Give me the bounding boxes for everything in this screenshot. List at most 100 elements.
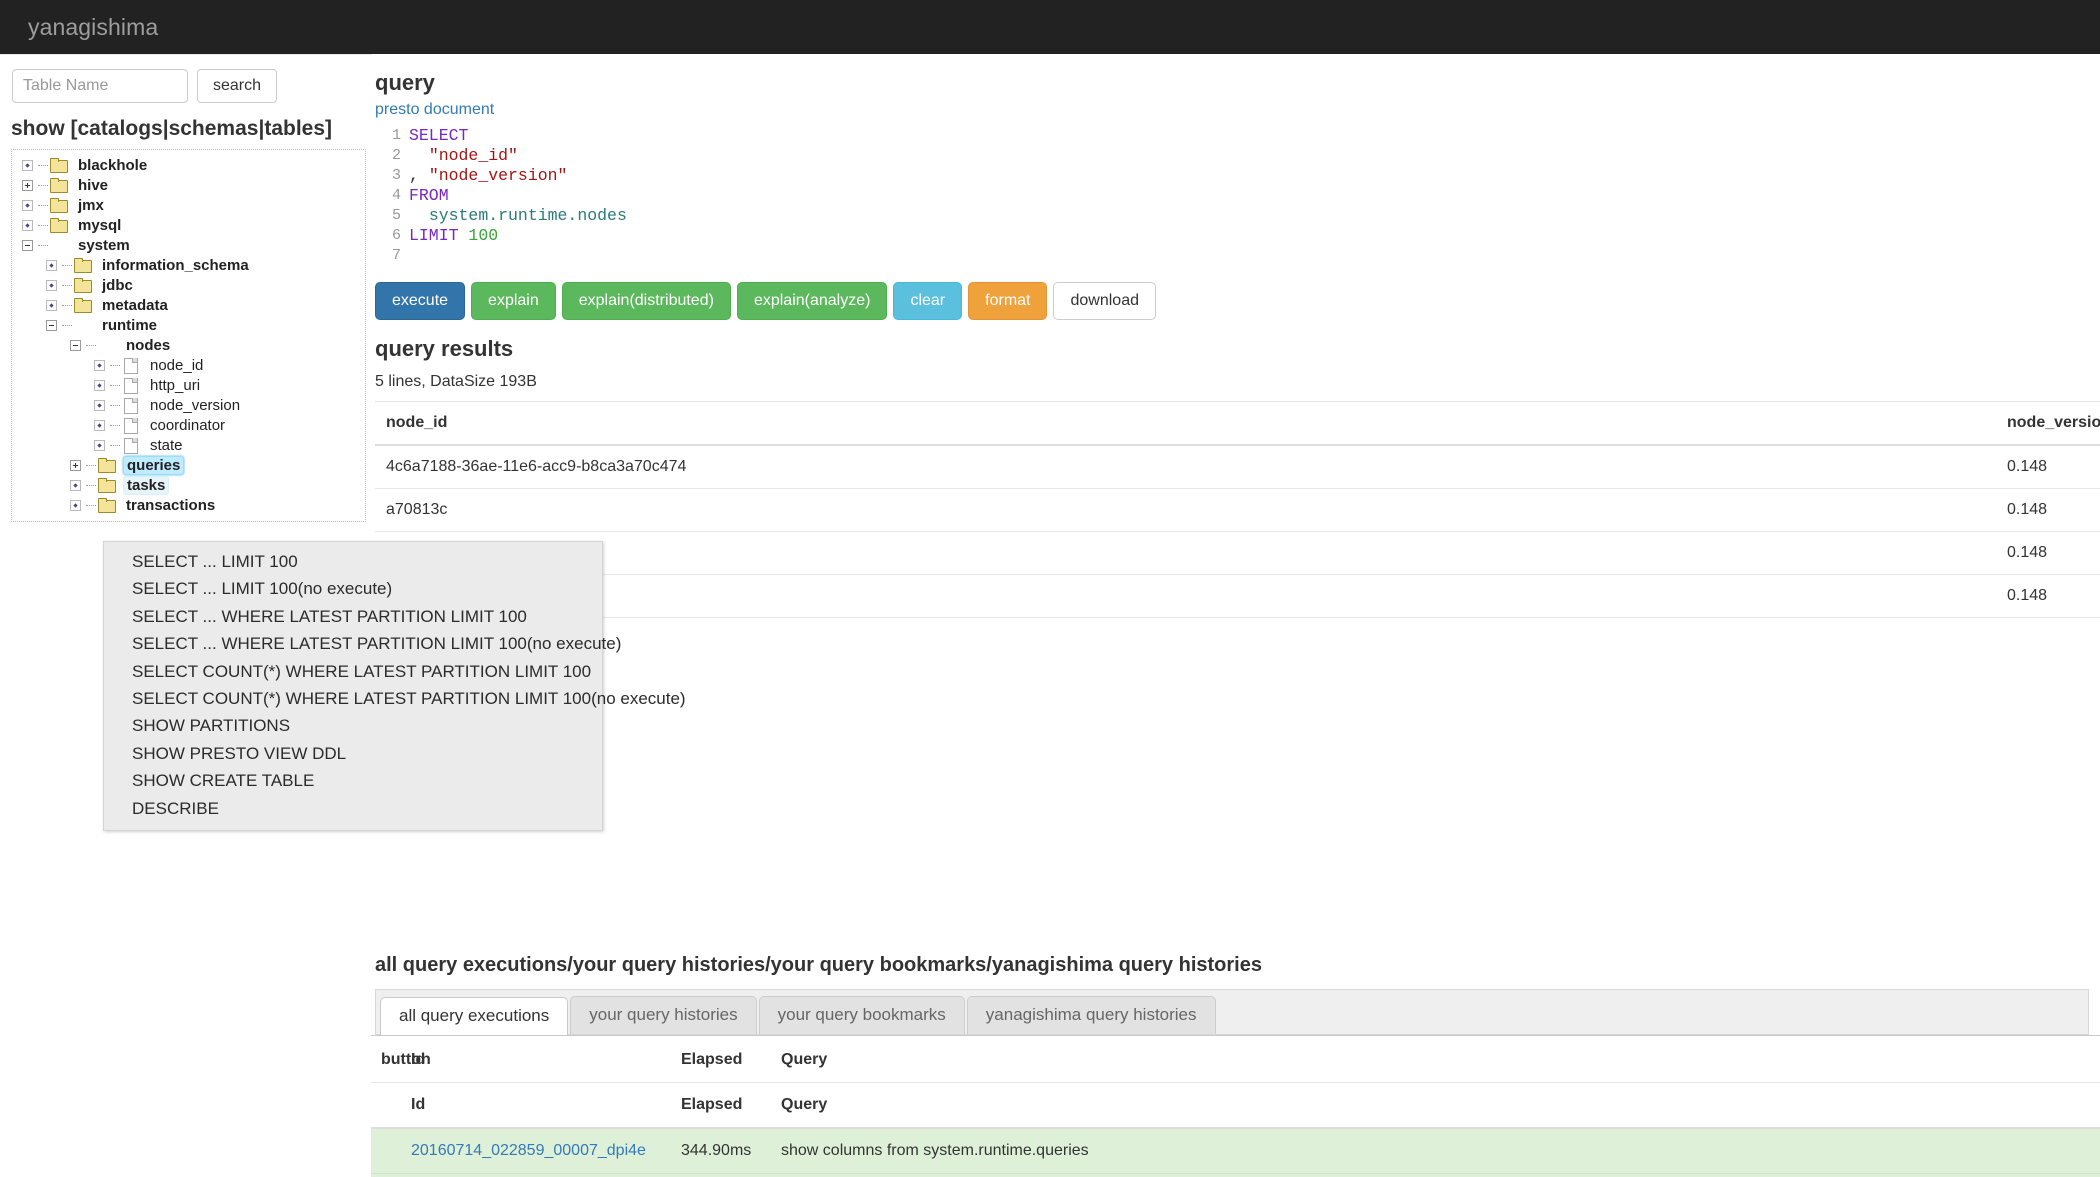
filter-header-button[interactable]: button — [371, 1038, 401, 1083]
tree-node-label[interactable]: nodes — [123, 337, 173, 354]
tree-node-coordinator[interactable]: coordinator — [12, 415, 365, 435]
context-menu-item[interactable]: SHOW PARTITIONS — [104, 712, 602, 739]
tree-context-menu[interactable]: SELECT ... LIMIT 100SELECT ... LIMIT 100… — [103, 541, 603, 831]
editor-line[interactable]: 6LIMIT 100 — [375, 226, 1275, 246]
tree-node-node-version[interactable]: node_version — [12, 395, 365, 415]
tree-toggle-leaf-icon[interactable] — [92, 377, 108, 393]
tree-node-label[interactable]: runtime — [99, 317, 160, 334]
editor-line-content[interactable]: , "node_version" — [409, 166, 567, 186]
tree-node-label[interactable]: blackhole — [75, 157, 150, 174]
filter-header-query[interactable]: Query — [771, 1038, 2100, 1083]
context-menu-item[interactable]: SELECT ... WHERE LATEST PARTITION LIMIT … — [104, 603, 602, 630]
tree-toggle-leaf-icon[interactable] — [92, 417, 108, 433]
tree-node-blackhole[interactable]: blackhole — [12, 155, 365, 175]
tree-node-http-uri[interactable]: http_uri — [12, 375, 365, 395]
tree-node-nodes[interactable]: nodes — [12, 335, 365, 355]
tree-node-label[interactable]: tasks — [123, 476, 169, 495]
editor-line-content[interactable]: "node_id" — [409, 146, 518, 166]
context-menu-item[interactable]: SELECT ... LIMIT 100 — [104, 548, 602, 575]
tree-toggle-leaf-icon[interactable] — [92, 397, 108, 413]
editor-line[interactable]: 7 — [375, 246, 1275, 266]
editor-line[interactable]: 4FROM — [375, 186, 1275, 206]
tree-node-label[interactable]: jmx — [75, 197, 107, 214]
tree-toggle-leaf-icon[interactable] — [92, 437, 108, 453]
editor-line-content[interactable]: FROM — [409, 186, 449, 206]
tree-node-transactions[interactable]: transactions — [12, 495, 365, 515]
tree-expand-icon[interactable] — [20, 177, 36, 193]
tree-node-tasks[interactable]: tasks — [12, 475, 365, 495]
tree-node-state[interactable]: state — [12, 435, 365, 455]
context-menu-item[interactable]: SELECT COUNT(*) WHERE LATEST PARTITION L… — [104, 685, 602, 712]
context-menu-item[interactable]: SHOW CREATE TABLE — [104, 767, 602, 794]
tree-collapse-icon[interactable] — [68, 337, 84, 353]
column-header-node-version[interactable]: node_version — [1996, 401, 2100, 445]
editor-line[interactable]: 2 "node_id" — [375, 146, 1275, 166]
search-button[interactable]: search — [197, 69, 277, 103]
column-header-node-id[interactable]: node_id — [375, 401, 1955, 445]
tab-all-query-executions[interactable]: all query executions — [380, 997, 568, 1035]
column-header-id[interactable]: Id — [401, 1083, 671, 1129]
context-menu-item[interactable]: SELECT ... LIMIT 100(no execute) — [104, 575, 602, 602]
app-brand[interactable]: yanagishima — [28, 14, 158, 41]
tree-node-label[interactable]: information_schema — [99, 257, 252, 274]
catalog-tree[interactable]: blackhole hive jmx mysqlsystem information_s… — [11, 149, 366, 522]
tree-node-label[interactable]: mysql — [75, 217, 124, 234]
explaindistributed-button[interactable]: explain(distributed) — [562, 282, 731, 320]
editor-line-content[interactable]: SELECT — [409, 126, 468, 146]
tree-expand-icon[interactable] — [68, 457, 84, 473]
tree-node-label[interactable]: coordinator — [147, 417, 228, 434]
tree-node-label[interactable]: jdbc — [99, 277, 136, 294]
tree-node-label[interactable]: node_version — [147, 397, 243, 414]
filter-header-elapsed[interactable]: Elapsed — [671, 1038, 771, 1083]
sql-editor[interactable]: 1SELECT2 "node_id"3, "node_version"4FROM… — [375, 124, 1275, 266]
tab-yanagishima-query-histories[interactable]: yanagishima query histories — [967, 996, 1216, 1034]
tree-node-queries[interactable]: queries — [12, 455, 365, 475]
cell-button[interactable] — [371, 1128, 401, 1174]
cell-button[interactable] — [371, 1174, 401, 1177]
column-header-query[interactable]: Query — [771, 1083, 2100, 1129]
tree-collapse-icon[interactable] — [44, 317, 60, 333]
context-menu-item[interactable]: SHOW PRESTO VIEW DDL — [104, 740, 602, 767]
explain-button[interactable]: explain — [471, 282, 556, 320]
context-menu-item[interactable]: SELECT COUNT(*) WHERE LATEST PARTITION L… — [104, 658, 602, 685]
table-name-input[interactable] — [12, 69, 188, 103]
tree-node-label[interactable]: state — [147, 437, 186, 454]
filter-header-id[interactable]: Id — [401, 1038, 671, 1083]
execute-button[interactable]: execute — [375, 282, 465, 320]
explainanalyze-button[interactable]: explain(analyze) — [737, 282, 888, 320]
tree-node-node-id[interactable]: node_id — [12, 355, 365, 375]
clear-button[interactable]: clear — [893, 282, 962, 320]
tree-node-system[interactable]: system — [12, 235, 365, 255]
editor-line-content[interactable]: system.runtime.nodes — [409, 206, 627, 226]
tree-node-mysql[interactable]: mysql — [12, 215, 365, 235]
download-button[interactable]: download — [1053, 282, 1156, 320]
tree-node-label[interactable]: transactions — [123, 497, 218, 514]
tree-node-information-schema[interactable]: information_schema — [12, 255, 365, 275]
column-header-elapsed[interactable]: Elapsed — [671, 1083, 771, 1129]
context-menu-item[interactable]: SELECT ... WHERE LATEST PARTITION LIMIT … — [104, 630, 602, 657]
tab-your-query-bookmarks[interactable]: your query bookmarks — [759, 996, 965, 1034]
tree-toggle-leaf-icon[interactable] — [44, 277, 60, 293]
tree-toggle-leaf-icon[interactable] — [20, 197, 36, 213]
tree-node-label[interactable]: queries — [123, 456, 184, 475]
format-button[interactable]: format — [968, 282, 1047, 320]
tree-node-jmx[interactable]: jmx — [12, 195, 365, 215]
presto-document-link[interactable]: presto document — [375, 101, 494, 124]
tree-collapse-icon[interactable] — [20, 237, 36, 253]
tree-node-hive[interactable]: hive — [12, 175, 365, 195]
tree-toggle-leaf-icon[interactable] — [20, 157, 36, 173]
tree-node-label[interactable]: http_uri — [147, 377, 203, 394]
query-id-link[interactable]: 20160714_022859_00007_dpi4e — [411, 1142, 646, 1159]
tree-toggle-leaf-icon[interactable] — [68, 477, 84, 493]
editor-line-content[interactable]: LIMIT 100 — [409, 226, 498, 246]
tree-node-label[interactable]: metadata — [99, 297, 171, 314]
tree-node-label[interactable]: node_id — [147, 357, 206, 374]
tree-node-jdbc[interactable]: jdbc — [12, 275, 365, 295]
tree-toggle-leaf-icon[interactable] — [68, 497, 84, 513]
editor-line[interactable]: 5 system.runtime.nodes — [375, 206, 1275, 226]
tree-toggle-leaf-icon[interactable] — [44, 297, 60, 313]
tree-toggle-leaf-icon[interactable] — [20, 217, 36, 233]
context-menu-item[interactable]: DESCRIBE — [104, 795, 602, 822]
tree-node-label[interactable]: hive — [75, 177, 111, 194]
tree-node-metadata[interactable]: metadata — [12, 295, 365, 315]
